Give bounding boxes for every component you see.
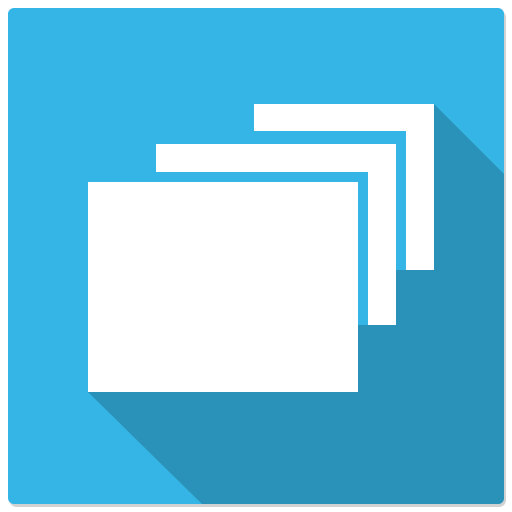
- overlapping-windows-app-icon[interactable]: [0, 0, 512, 512]
- app-icon-container: [0, 0, 512, 512]
- front-window: [88, 182, 358, 392]
